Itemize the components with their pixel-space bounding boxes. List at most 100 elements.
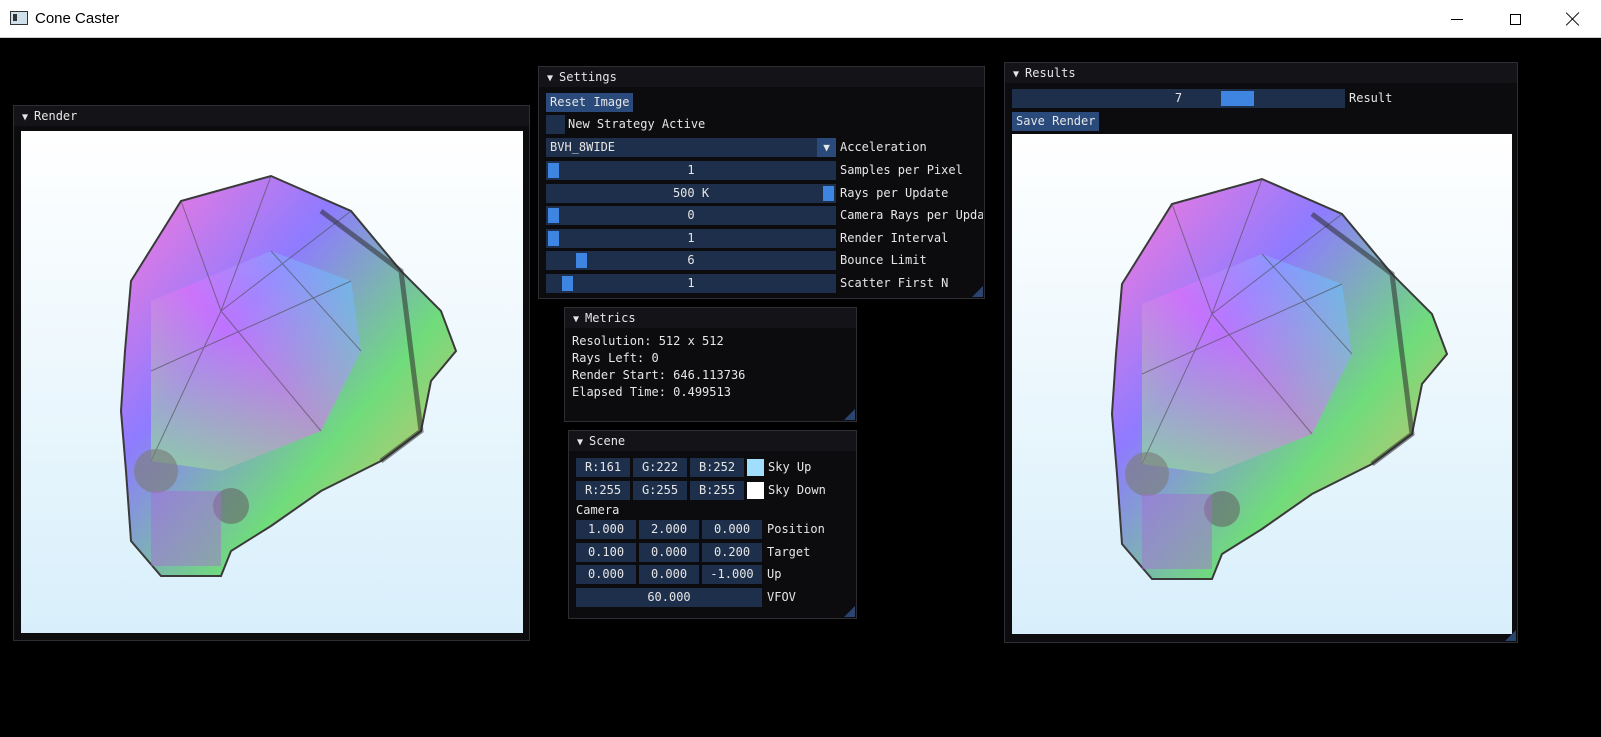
sky-up-color-swatch[interactable] bbox=[747, 459, 764, 476]
acceleration-combo[interactable]: BVH_8WIDE ▼ bbox=[546, 138, 836, 157]
sky-down-r-input[interactable]: R:255 bbox=[576, 481, 630, 500]
new-strategy-checkbox[interactable] bbox=[546, 115, 565, 134]
render-image bbox=[21, 131, 523, 633]
up-label: Up bbox=[767, 567, 782, 581]
slider-label: Scatter First N bbox=[840, 276, 949, 290]
save-render-button[interactable]: Save Render bbox=[1012, 112, 1100, 131]
window-title-bar: Cone Caster bbox=[0, 0, 1601, 38]
dropdown-arrow-icon[interactable]: ▼ bbox=[817, 138, 836, 157]
result-slider[interactable]: 7 bbox=[1012, 89, 1345, 108]
position-y-input[interactable]: 2.000 bbox=[639, 520, 699, 539]
result-image bbox=[1012, 134, 1512, 634]
results-panel-title: Results bbox=[1025, 66, 1076, 80]
slider-value: 0 bbox=[687, 208, 695, 222]
slider-label: Bounce Limit bbox=[840, 253, 927, 267]
slider-grab[interactable] bbox=[548, 163, 559, 178]
slider-value: 1 bbox=[687, 276, 695, 290]
settings-panel-title: Settings bbox=[559, 70, 617, 84]
camera-section-label: Camera bbox=[576, 503, 620, 517]
app-window-icon bbox=[10, 11, 28, 25]
sky-up-label: Sky Up bbox=[768, 460, 812, 474]
resize-grip[interactable] bbox=[844, 409, 855, 420]
window-title: Cone Caster bbox=[35, 10, 120, 27]
slider-samples-per-pixel[interactable]: 1 bbox=[546, 161, 836, 180]
sky-down-label: Sky Down bbox=[768, 483, 826, 497]
metric-render-start: Render Start: 646.113736 bbox=[572, 368, 746, 382]
position-label: Position bbox=[767, 522, 825, 536]
metrics-panel-header[interactable]: ▼ Metrics bbox=[565, 308, 856, 328]
sky-down-g-input[interactable]: G:255 bbox=[633, 481, 687, 500]
scene-panel-header[interactable]: ▼ Scene bbox=[569, 431, 856, 451]
resize-grip[interactable] bbox=[1505, 630, 1516, 641]
slider-grab[interactable] bbox=[561, 276, 573, 291]
metric-rays-left: Rays Left: 0 bbox=[572, 351, 659, 365]
slider-grab[interactable] bbox=[575, 253, 587, 268]
minimize-button[interactable] bbox=[1428, 0, 1486, 38]
result-slider-label: Result bbox=[1349, 91, 1393, 105]
result-slider-value: 7 bbox=[1174, 91, 1183, 105]
sky-up-b-input[interactable]: B:252 bbox=[690, 458, 744, 477]
scene-panel: ▼ Scene R:161 G:222 B:252 Sky Up R:255 G:… bbox=[568, 430, 857, 619]
slider-value: 1 bbox=[687, 231, 695, 245]
settings-panel-header[interactable]: ▼ Settings bbox=[539, 67, 984, 87]
helmet-model bbox=[1110, 177, 1449, 580]
scene-panel-title: Scene bbox=[589, 434, 626, 448]
collapse-triangle-icon: ▼ bbox=[547, 73, 554, 84]
slider-value: 6 bbox=[687, 253, 695, 267]
maximize-icon bbox=[1509, 13, 1521, 25]
up-x-input[interactable]: 0.000 bbox=[576, 565, 636, 584]
metric-elapsed-time: Elapsed Time: 0.499513 bbox=[572, 385, 731, 399]
slider-label: Rays per Update bbox=[840, 186, 949, 200]
reset-image-button[interactable]: Reset Image bbox=[546, 93, 634, 112]
results-panel: ▼ Results 7 Result Save Render bbox=[1004, 62, 1518, 643]
slider-bounce-limit[interactable]: 6 bbox=[546, 251, 836, 270]
slider-grab[interactable] bbox=[548, 208, 559, 223]
acceleration-value: BVH_8WIDE bbox=[550, 140, 616, 154]
position-x-input[interactable]: 1.000 bbox=[576, 520, 636, 539]
helmet-model bbox=[119, 174, 458, 577]
up-y-input[interactable]: 0.000 bbox=[639, 565, 699, 584]
minimize-icon bbox=[1451, 18, 1463, 20]
resize-grip[interactable] bbox=[972, 286, 983, 297]
render-panel: ▼ Render bbox=[13, 105, 530, 641]
new-strategy-label: New Strategy Active bbox=[568, 117, 706, 131]
results-panel-header[interactable]: ▼ Results bbox=[1005, 63, 1517, 83]
target-z-input[interactable]: 0.200 bbox=[702, 543, 762, 562]
target-x-input[interactable]: 0.100 bbox=[576, 543, 636, 562]
resize-grip[interactable] bbox=[844, 606, 855, 617]
vfov-input[interactable]: 60.000 bbox=[576, 588, 762, 607]
render-panel-title: Render bbox=[34, 109, 78, 123]
slider-grab[interactable] bbox=[823, 186, 834, 201]
collapse-triangle-icon: ▼ bbox=[22, 112, 29, 123]
result-slider-grab[interactable] bbox=[1221, 91, 1255, 106]
up-z-input[interactable]: -1.000 bbox=[702, 565, 762, 584]
sky-up-r-input[interactable]: R:161 bbox=[576, 458, 630, 477]
slider-label: Samples per Pixel bbox=[840, 163, 963, 177]
slider-value: 1 bbox=[687, 163, 695, 177]
settings-panel: ▼ Settings Reset Image New Strategy Activ… bbox=[538, 66, 985, 299]
collapse-triangle-icon: ▼ bbox=[1013, 69, 1020, 80]
sky-up-g-input[interactable]: G:222 bbox=[633, 458, 687, 477]
maximize-button[interactable] bbox=[1486, 0, 1544, 38]
target-y-input[interactable]: 0.000 bbox=[639, 543, 699, 562]
slider-value: 500 K bbox=[672, 186, 710, 200]
sky-down-color-swatch[interactable] bbox=[747, 482, 764, 499]
slider-label: Render Interval bbox=[840, 231, 949, 245]
metrics-panel-title: Metrics bbox=[585, 311, 636, 325]
metrics-panel: ▼ Metrics Resolution: 512 x 512 Rays Left… bbox=[564, 307, 857, 422]
render-panel-header[interactable]: ▼ Render bbox=[14, 106, 529, 126]
slider-camera-rays-per-update[interactable]: 0 bbox=[546, 206, 836, 225]
target-label: Target bbox=[767, 545, 811, 559]
sky-down-b-input[interactable]: B:255 bbox=[690, 481, 744, 500]
close-icon bbox=[1566, 12, 1580, 26]
slider-label: Camera Rays per Update bbox=[840, 208, 983, 222]
slider-scatter-first-n[interactable]: 1 bbox=[546, 274, 836, 293]
close-button[interactable] bbox=[1544, 0, 1601, 38]
acceleration-label: Acceleration bbox=[840, 140, 927, 154]
slider-rays-per-update[interactable]: 500 K bbox=[546, 184, 836, 203]
collapse-triangle-icon: ▼ bbox=[577, 437, 584, 448]
metric-resolution: Resolution: 512 x 512 bbox=[572, 334, 724, 348]
slider-grab[interactable] bbox=[548, 231, 559, 246]
position-z-input[interactable]: 0.000 bbox=[702, 520, 762, 539]
slider-render-interval[interactable]: 1 bbox=[546, 229, 836, 248]
